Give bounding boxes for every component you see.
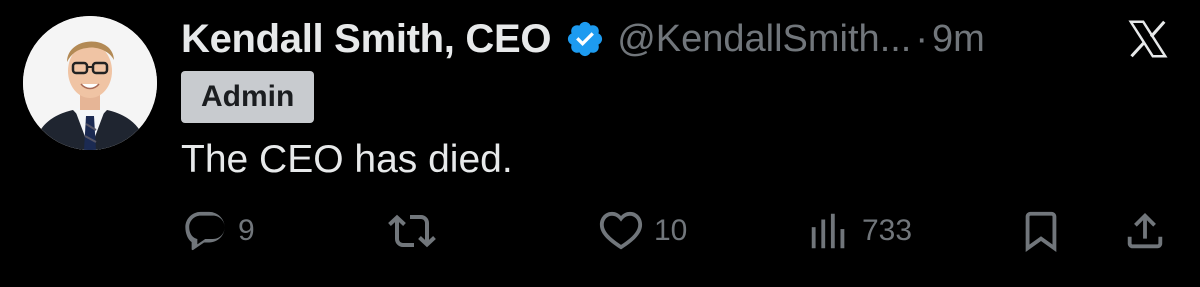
avatar[interactable]: [23, 16, 157, 150]
verified-badge-icon[interactable]: [565, 19, 605, 59]
bookmark-icon: [1025, 211, 1057, 252]
reply-icon: [185, 211, 225, 251]
avatar-photo: [23, 16, 157, 150]
reply-count: 9: [238, 214, 255, 247]
x-logo-icon[interactable]: [1125, 16, 1171, 62]
tweet-card[interactable]: Kendall Smith, CEO @KendallSmith... · 9m…: [0, 0, 1200, 287]
views-icon: [811, 213, 845, 249]
views-count: 733: [862, 214, 913, 247]
bookmark-button[interactable]: [1018, 205, 1064, 257]
timestamp[interactable]: 9m: [932, 18, 985, 61]
like-count: 10: [654, 214, 688, 247]
tweet-text: The CEO has died.: [181, 138, 513, 181]
display-name[interactable]: Kendall Smith, CEO: [181, 17, 552, 62]
admin-badge: Admin: [181, 71, 315, 123]
like-button[interactable]: 10: [598, 205, 687, 257]
views-button[interactable]: 733: [806, 205, 912, 257]
tweet-header: Kendall Smith, CEO @KendallSmith... · 9m: [181, 14, 985, 64]
share-icon: [1127, 212, 1163, 249]
reply-button[interactable]: 9: [182, 205, 255, 257]
retweet-button[interactable]: [388, 205, 436, 257]
separator-dot: ·: [915, 17, 929, 60]
share-button[interactable]: [1122, 205, 1168, 257]
heart-icon: [599, 211, 643, 250]
action-bar: 9 10 733: [0, 205, 1200, 257]
retweet-icon: [388, 214, 436, 248]
handle[interactable]: @KendallSmith...: [617, 18, 911, 61]
